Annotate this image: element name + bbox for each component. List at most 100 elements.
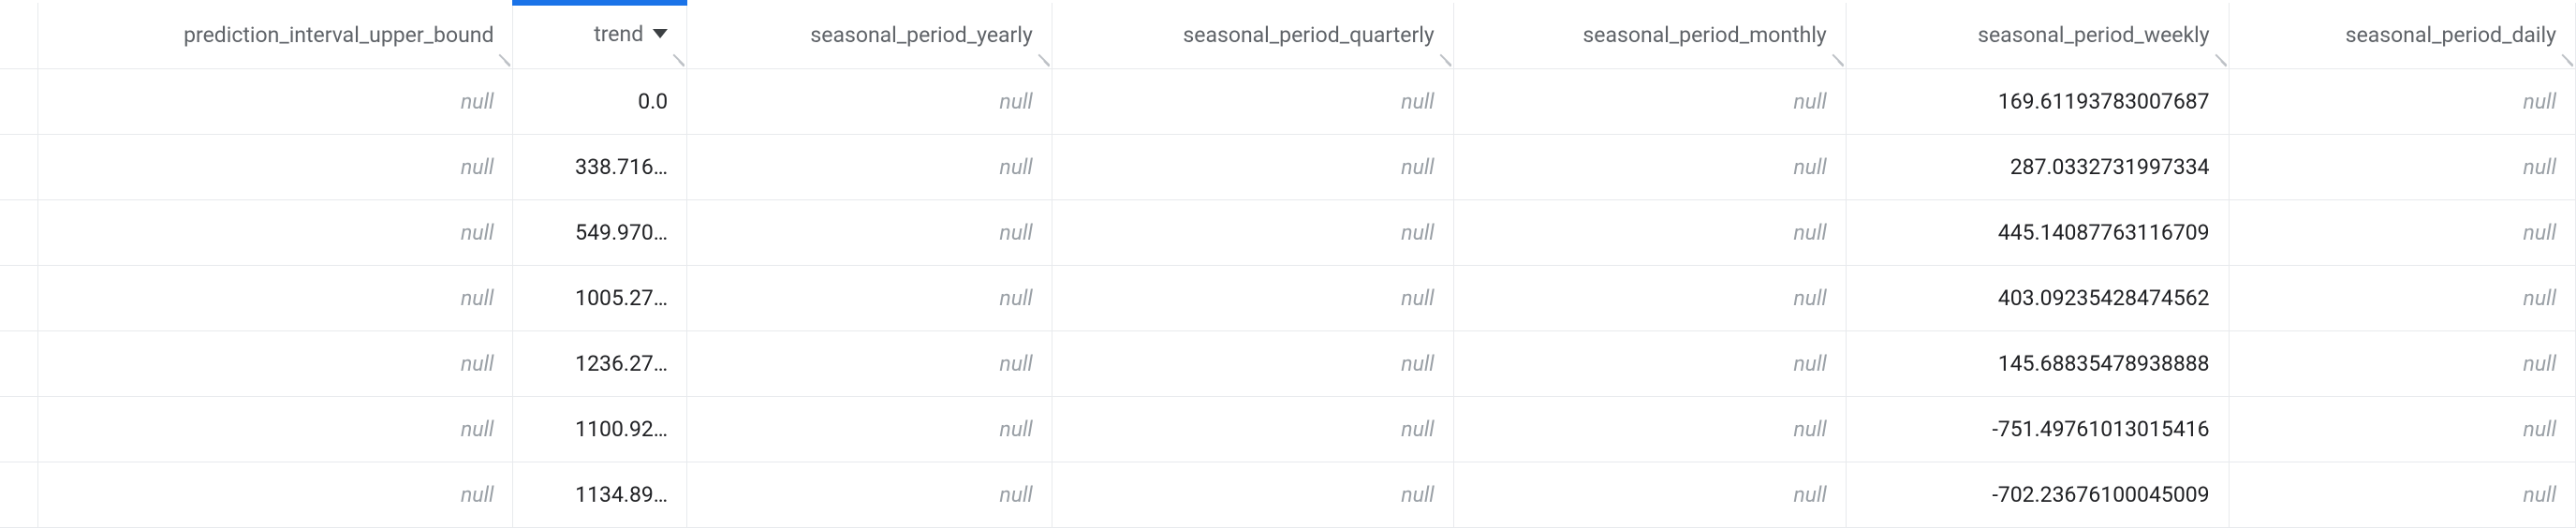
null-value: null <box>461 89 493 114</box>
null-value: null <box>2524 286 2556 311</box>
table-row[interactable]: null338.716…nullnullnull287.033273199733… <box>0 134 2576 199</box>
cell-seasonal-period-monthly[interactable]: null <box>1453 265 1846 330</box>
null-value: null <box>1793 154 1826 180</box>
null-value: null <box>2524 351 2556 376</box>
null-value: null <box>2524 482 2556 507</box>
cell-seasonal-period-weekly[interactable]: 287.0332731997334 <box>1846 134 2229 199</box>
null-value: null <box>461 220 493 245</box>
null-value: null <box>999 417 1032 442</box>
null-value: null <box>461 351 493 376</box>
null-value: null <box>1401 417 1434 442</box>
cell-seasonal-period-monthly[interactable]: null <box>1453 396 1846 462</box>
column-header-seasonal-period-quarterly[interactable]: seasonal_period_quarterly <box>1052 3 1453 68</box>
cell-prediction-interval-upper-bound[interactable]: null <box>38 462 513 527</box>
cell-seasonal-period-weekly[interactable]: 445.14087763116709 <box>1846 199 2229 265</box>
cell-seasonal-period-weekly[interactable]: -702.23676100045009 <box>1846 462 2229 527</box>
null-value: null <box>461 417 493 442</box>
cell-trend[interactable]: 1134.89… <box>513 462 687 527</box>
null-value: null <box>999 351 1032 376</box>
resize-handle-icon[interactable] <box>668 50 684 66</box>
cell-seasonal-period-weekly[interactable]: 145.68835478938888 <box>1846 330 2229 396</box>
cell-seasonal-period-monthly[interactable]: null <box>1453 199 1846 265</box>
cell-seasonal-period-monthly[interactable]: null <box>1453 462 1846 527</box>
table-row[interactable]: null1100.92…nullnullnull-751.49761013015… <box>0 396 2576 462</box>
column-label: trend <box>594 22 643 47</box>
column-header-seasonal-period-weekly[interactable]: seasonal_period_weekly <box>1846 3 2229 68</box>
cell-seasonal-period-quarterly[interactable]: null <box>1052 199 1453 265</box>
cell-seasonal-period-monthly[interactable]: null <box>1453 330 1846 396</box>
resize-handle-icon[interactable] <box>1033 50 1050 66</box>
null-value: null <box>2524 89 2556 114</box>
cell-prediction-interval-upper-bound[interactable]: null <box>38 396 513 462</box>
cell-seasonal-period-quarterly[interactable]: null <box>1052 396 1453 462</box>
column-label: seasonal_period_daily <box>2346 22 2556 48</box>
cell-seasonal-period-daily[interactable]: null <box>2229 462 2575 527</box>
cell-seasonal-period-quarterly[interactable]: null <box>1052 462 1453 527</box>
cell-seasonal-period-monthly[interactable]: null <box>1453 134 1846 199</box>
cell-prediction-interval-upper-bound[interactable]: null <box>38 199 513 265</box>
resize-handle-icon[interactable] <box>1827 50 1844 66</box>
row-leading-cell <box>0 396 38 462</box>
row-leading-cell <box>0 265 38 330</box>
column-header-seasonal-period-yearly[interactable]: seasonal_period_yearly <box>687 3 1052 68</box>
cell-seasonal-period-yearly[interactable]: null <box>687 330 1052 396</box>
column-label: seasonal_period_monthly <box>1582 22 1826 48</box>
cell-seasonal-period-quarterly[interactable]: null <box>1052 134 1453 199</box>
table-row[interactable]: null1005.27…nullnullnull403.092354284745… <box>0 265 2576 330</box>
cell-seasonal-period-yearly[interactable]: null <box>687 199 1052 265</box>
resize-handle-icon[interactable] <box>2210 50 2227 66</box>
cell-seasonal-period-weekly[interactable]: 169.61193783007687 <box>1846 68 2229 134</box>
resize-handle-icon[interactable] <box>1435 50 1451 66</box>
cell-seasonal-period-daily[interactable]: null <box>2229 68 2575 134</box>
cell-seasonal-period-yearly[interactable]: null <box>687 462 1052 527</box>
null-value: null <box>999 286 1032 311</box>
cell-seasonal-period-weekly[interactable]: -751.49761013015416 <box>1846 396 2229 462</box>
cell-seasonal-period-daily[interactable]: null <box>2229 330 2575 396</box>
cell-prediction-interval-upper-bound[interactable]: null <box>38 134 513 199</box>
cell-seasonal-period-daily[interactable]: null <box>2229 134 2575 199</box>
table-row[interactable]: null1236.27…nullnullnull145.688354789388… <box>0 330 2576 396</box>
cell-trend[interactable]: 1236.27… <box>513 330 687 396</box>
cell-seasonal-period-quarterly[interactable]: null <box>1052 265 1453 330</box>
row-leading-cell <box>0 330 38 396</box>
null-value: null <box>1401 220 1434 245</box>
null-value: null <box>1793 417 1826 442</box>
null-value: null <box>1401 154 1434 180</box>
null-value: null <box>999 154 1032 180</box>
cell-trend[interactable]: 1100.92… <box>513 396 687 462</box>
null-value: null <box>1401 351 1434 376</box>
table-row[interactable]: null1134.89…nullnullnull-702.23676100045… <box>0 462 2576 527</box>
cell-seasonal-period-yearly[interactable]: null <box>687 134 1052 199</box>
column-header-seasonal-period-daily[interactable]: seasonal_period_daily <box>2229 3 2575 68</box>
null-value: null <box>1793 220 1826 245</box>
null-value: null <box>461 482 493 507</box>
column-header-seasonal-period-monthly[interactable]: seasonal_period_monthly <box>1453 3 1846 68</box>
cell-prediction-interval-upper-bound[interactable]: null <box>38 68 513 134</box>
cell-seasonal-period-daily[interactable]: null <box>2229 396 2575 462</box>
column-header-trend[interactable]: trend <box>513 3 687 68</box>
resize-handle-icon[interactable] <box>493 50 510 66</box>
table-row[interactable]: null0.0nullnullnull169.61193783007687nul… <box>0 68 2576 134</box>
cell-seasonal-period-yearly[interactable]: null <box>687 68 1052 134</box>
cell-seasonal-period-yearly[interactable]: null <box>687 396 1052 462</box>
cell-prediction-interval-upper-bound[interactable]: null <box>38 265 513 330</box>
null-value: null <box>2524 154 2556 180</box>
cell-trend[interactable]: 0.0 <box>513 68 687 134</box>
cell-prediction-interval-upper-bound[interactable]: null <box>38 330 513 396</box>
column-header-prediction-interval-upper-bound[interactable]: prediction_interval_upper_bound <box>38 3 513 68</box>
column-label: seasonal_period_weekly <box>1978 22 2210 48</box>
cell-seasonal-period-yearly[interactable]: null <box>687 265 1052 330</box>
cell-seasonal-period-daily[interactable]: null <box>2229 199 2575 265</box>
cell-seasonal-period-quarterly[interactable]: null <box>1052 330 1453 396</box>
cell-seasonal-period-quarterly[interactable]: null <box>1052 68 1453 134</box>
cell-seasonal-period-monthly[interactable]: null <box>1453 68 1846 134</box>
cell-trend[interactable]: 549.970… <box>513 199 687 265</box>
null-value: null <box>1793 482 1826 507</box>
cell-seasonal-period-weekly[interactable]: 403.09235428474562 <box>1846 265 2229 330</box>
table-row[interactable]: null549.970…nullnullnull445.140877631167… <box>0 199 2576 265</box>
cell-seasonal-period-daily[interactable]: null <box>2229 265 2575 330</box>
resize-handle-icon[interactable] <box>2556 50 2573 66</box>
cell-trend[interactable]: 1005.27… <box>513 265 687 330</box>
row-leading-cell <box>0 134 38 199</box>
cell-trend[interactable]: 338.716… <box>513 134 687 199</box>
